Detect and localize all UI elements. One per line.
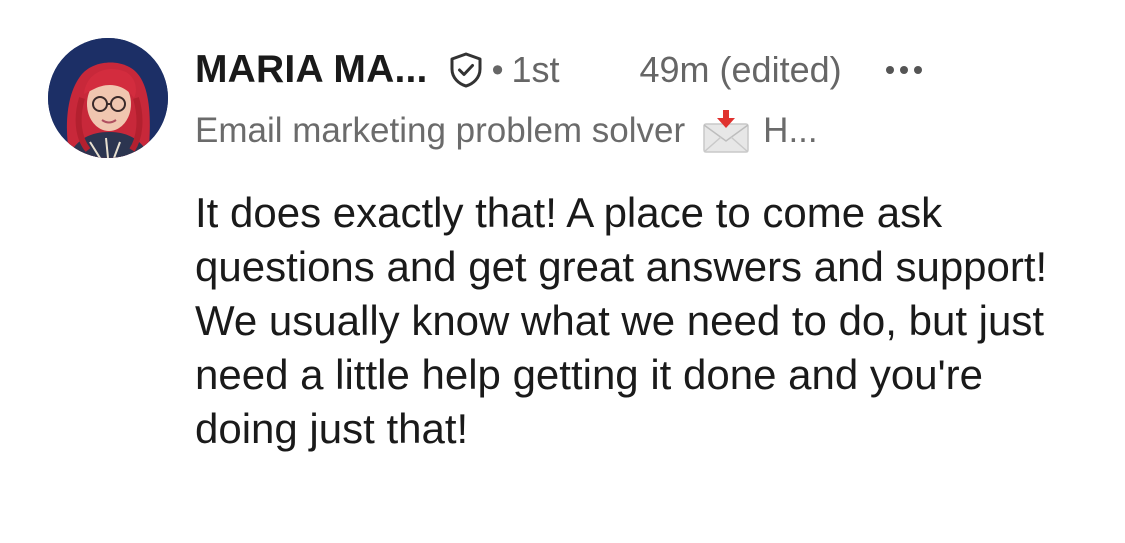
verified-shield-icon: [448, 52, 484, 88]
comment-header: MARIA MA... • 1st 49m (edited): [195, 44, 926, 96]
author-headline: Email marketing problem solver H...: [195, 106, 818, 156]
incoming-envelope-icon: [701, 108, 751, 154]
author-name[interactable]: MARIA MA...: [195, 48, 428, 92]
avatar[interactable]: [48, 38, 168, 158]
comment-text: It does exactly that! A place to come as…: [195, 189, 1048, 452]
separator-dot: •: [491, 50, 504, 89]
more-options-button[interactable]: [882, 52, 926, 88]
headline-truncated[interactable]: H...: [763, 111, 817, 151]
ellipsis-icon: [885, 66, 922, 74]
comment-card: MARIA MA... • 1st 49m (edited) Email mar…: [0, 0, 1125, 543]
avatar-image: [48, 38, 168, 158]
timestamp: 49m (edited): [639, 49, 842, 90]
headline-text: Email marketing problem solver: [195, 111, 686, 150]
connection-degree: 1st: [511, 49, 560, 90]
